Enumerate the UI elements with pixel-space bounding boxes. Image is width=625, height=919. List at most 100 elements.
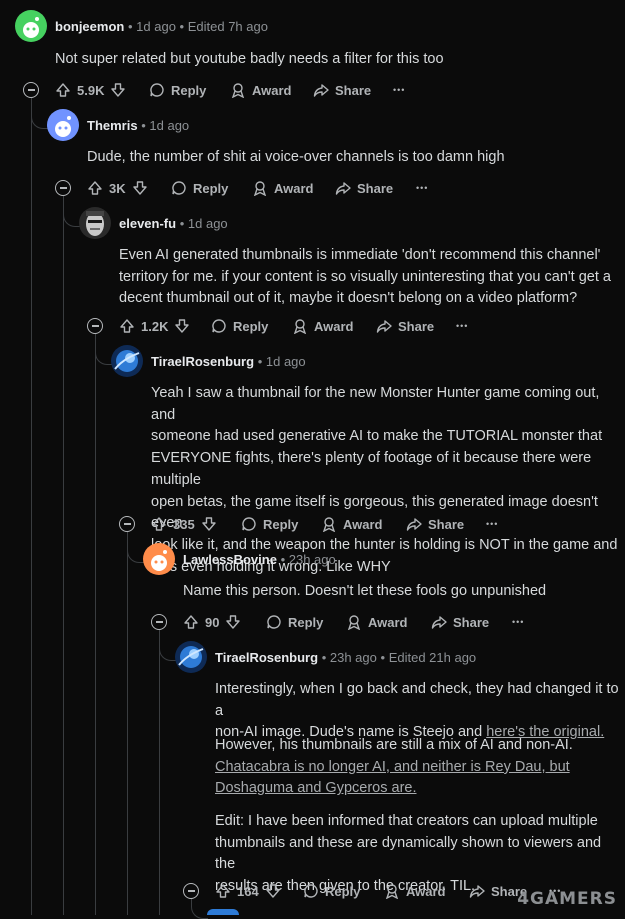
more-options-button[interactable]: ••• (393, 78, 405, 102)
thread-elbow (31, 100, 48, 129)
thread-line[interactable] (127, 532, 128, 915)
thread-elbow (127, 534, 144, 563)
downvote-icon[interactable] (265, 883, 281, 899)
watermark-logo: 4GAMERS (517, 889, 617, 909)
vote-control: 335 (151, 512, 217, 536)
upvote-icon[interactable] (119, 318, 135, 334)
comment-icon (304, 884, 318, 898)
vote-count: 90 (205, 614, 220, 630)
comment-icon (212, 319, 226, 333)
share-button[interactable]: Share (335, 176, 393, 200)
upvote-icon[interactable] (87, 180, 103, 196)
collapse-button[interactable] (151, 610, 167, 634)
username[interactable]: LawlessBovine (183, 552, 277, 567)
avatar[interactable] (111, 345, 143, 377)
comment-meta: bonjeemon • 1d ago • Edited 7h ago (55, 19, 268, 34)
downvote-icon[interactable] (201, 516, 217, 532)
vote-count: 1.2K (141, 318, 169, 334)
vote-count: 335 (173, 516, 195, 532)
upvote-icon[interactable] (55, 82, 71, 98)
avatar[interactable] (47, 109, 79, 141)
avatar[interactable] (207, 909, 239, 915)
thread-elbow (159, 632, 176, 661)
upvote-icon[interactable] (151, 516, 167, 532)
thread-line[interactable] (159, 630, 160, 915)
downvote-icon[interactable] (132, 180, 148, 196)
avatar[interactable] (175, 641, 207, 673)
share-button[interactable]: Share (376, 314, 434, 338)
share-icon (406, 518, 422, 531)
comment-icon (172, 181, 186, 195)
comment-meta: LawlessBovine • 23h ago (183, 552, 336, 567)
comment-meta: eleven-fu • 1d ago (119, 216, 228, 231)
share-icon (469, 885, 485, 898)
username[interactable]: eleven-fu (119, 216, 176, 231)
reply-button[interactable]: Reply (241, 512, 298, 536)
more-options-button[interactable]: ••• (486, 512, 498, 536)
share-button[interactable]: Share (431, 610, 489, 634)
downvote-icon[interactable] (110, 82, 126, 98)
username[interactable]: TiraelRosenburg (215, 650, 318, 665)
award-button[interactable]: Award (252, 176, 314, 200)
collapse-button[interactable] (23, 78, 39, 102)
vote-control: 164 (215, 879, 281, 903)
username[interactable]: TiraelRosenburg (151, 354, 254, 369)
reply-button[interactable]: Reply (211, 314, 268, 338)
award-icon (231, 83, 245, 98)
username[interactable]: Themris (87, 118, 138, 133)
award-icon (322, 517, 336, 532)
collapse-button[interactable] (87, 314, 103, 338)
reply-button[interactable]: Reply (149, 78, 206, 102)
timestamp: 1d ago (265, 354, 306, 369)
award-icon (385, 884, 399, 899)
comment-body: Even AI generated thumbnails is immediat… (119, 247, 611, 307)
more-options-button[interactable]: ••• (456, 314, 468, 338)
thread-line[interactable] (63, 196, 64, 915)
comment-meta: TiraelRosenburg • 1d ago (151, 354, 306, 369)
more-options-button[interactable]: ••• (416, 176, 428, 200)
comment-icon (242, 517, 256, 531)
collapse-button[interactable] (55, 176, 71, 200)
share-button[interactable]: Share (406, 512, 464, 536)
comment-body: Name this person. Doesn't let these fool… (183, 583, 547, 599)
timestamp: 1d ago (187, 216, 228, 231)
downvote-icon[interactable] (174, 318, 190, 334)
edited-label: Edited 7h ago (187, 19, 268, 34)
upvote-icon[interactable] (215, 883, 231, 899)
thumbnails-link[interactable]: Chatacabra is no longer AI, and neither … (215, 759, 570, 797)
avatar[interactable] (15, 10, 47, 42)
comment-actions: 335 Reply Award Share ••• (0, 512, 625, 536)
vote-count: 3K (109, 180, 126, 196)
vote-control: 1.2K (119, 314, 190, 338)
award-button[interactable]: Award (321, 512, 383, 536)
comment-icon (267, 615, 281, 629)
avatar[interactable] (143, 543, 175, 575)
share-icon (313, 84, 329, 97)
award-button[interactable]: Award (230, 78, 292, 102)
share-button[interactable]: Share (313, 78, 371, 102)
reply-button[interactable]: Reply (303, 879, 360, 903)
avatar[interactable] (79, 207, 111, 239)
upvote-icon[interactable] (183, 614, 199, 630)
comment-actions: 1.2K Reply Award Share ••• (0, 314, 625, 338)
award-button[interactable]: Award (292, 314, 354, 338)
reply-button[interactable]: Reply (266, 610, 323, 634)
comment-body: Not super related but youtube badly need… (55, 51, 444, 67)
award-button[interactable]: Award (346, 610, 408, 634)
timestamp: 23h ago (329, 650, 377, 665)
collapse-button[interactable] (183, 879, 199, 903)
reply-button[interactable]: Reply (171, 176, 228, 200)
username[interactable]: bonjeemon (55, 19, 124, 34)
thread-line[interactable] (31, 98, 32, 915)
share-icon (376, 320, 392, 333)
comment-body: Yeah I saw a thumbnail for the new Monst… (151, 385, 618, 575)
comment-body: Dude, the number of shit ai voice-over c… (87, 149, 505, 165)
more-options-button[interactable]: ••• (512, 610, 524, 634)
comment-icon (150, 83, 164, 97)
share-icon (431, 616, 447, 629)
vote-control: 3K (87, 176, 148, 200)
collapse-button[interactable] (119, 512, 135, 536)
award-button[interactable]: Award (384, 879, 446, 903)
award-icon (293, 319, 307, 334)
downvote-icon[interactable] (225, 614, 241, 630)
